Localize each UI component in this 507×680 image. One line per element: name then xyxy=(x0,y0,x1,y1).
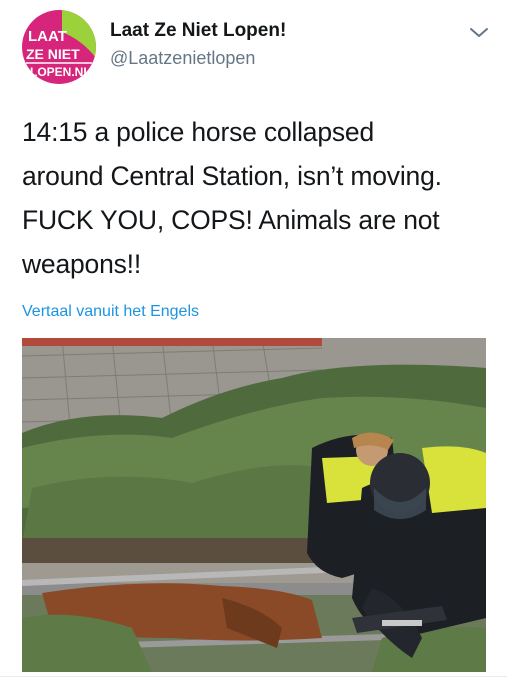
avatar-text-line-3: LOPEN.NL xyxy=(30,65,91,79)
tweet-text-line: around Central Station, isn’t moving. xyxy=(22,161,442,191)
user-handle[interactable]: @Laatzenietlopen xyxy=(110,48,255,69)
tweet-photo[interactable] xyxy=(22,338,486,672)
avatar[interactable]: LAAT ZE NIET LOPEN.NL xyxy=(22,10,96,84)
tweet-text-line: FUCK YOU, COPS! Animals are not xyxy=(22,205,440,235)
tweet-text-line: weapons!! xyxy=(22,249,142,279)
photo-scene xyxy=(22,338,486,672)
chevron-down-icon[interactable] xyxy=(468,24,490,42)
tweet-text-line: 14:15 a police horse collapsed xyxy=(22,117,374,147)
avatar-text-line-2: ZE NIET xyxy=(26,46,80,62)
tweet-header: LAAT ZE NIET LOPEN.NL Laat Ze Niet Lopen… xyxy=(0,0,507,96)
display-name[interactable]: Laat Ze Niet Lopen! xyxy=(110,20,286,42)
tweet-text: 14:15 a police horse collapsed around Ce… xyxy=(22,110,492,286)
translate-link[interactable]: Vertaal vanuit het Engels xyxy=(22,303,199,321)
avatar-logo: LAAT ZE NIET LOPEN.NL xyxy=(22,10,96,84)
avatar-text-line-1: LAAT xyxy=(28,28,67,45)
divider xyxy=(0,676,507,677)
